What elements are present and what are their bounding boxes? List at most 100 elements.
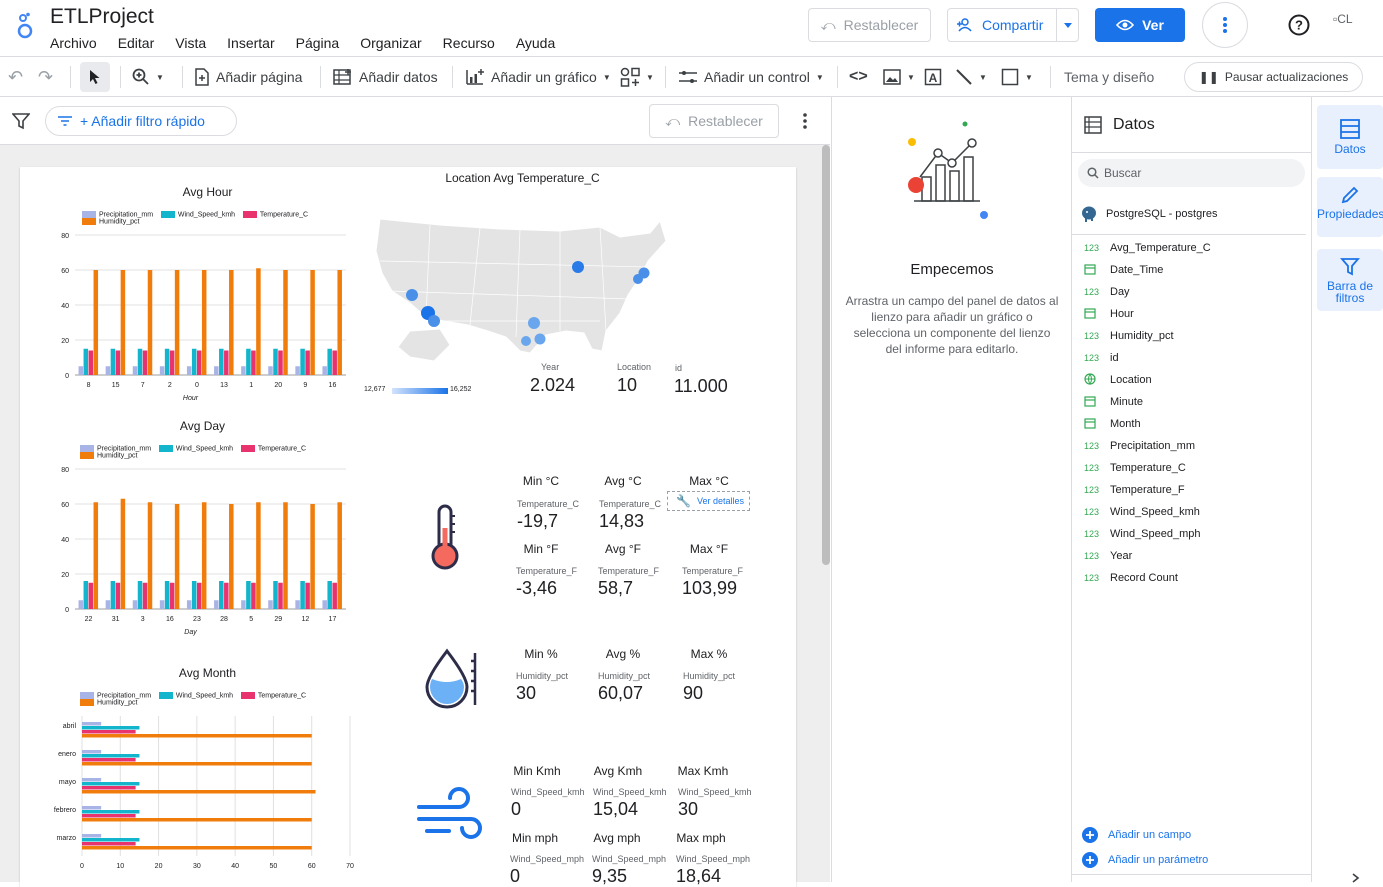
wind-mph-min-value: 0 [510, 866, 521, 886]
bar-Humidity_pct [82, 818, 312, 822]
bar-Temperature_C [278, 582, 283, 609]
line-button[interactable]: ▼ [955, 57, 987, 97]
map-bubble-philly[interactable] [633, 274, 643, 284]
add-chart-button[interactable]: Añadir un gráfico ▼ [465, 57, 611, 97]
filter-reset-button[interactable]: ⤺ Restablecer [649, 104, 779, 138]
bar-Wind_Speed_kmh [82, 782, 140, 786]
menu-vista[interactable]: Vista [175, 35, 206, 51]
add-data-button[interactable]: Añadir datos [333, 57, 438, 97]
y-tick-label: febrero [54, 807, 76, 814]
see-details-button[interactable]: 🔧 Ver detalles [667, 491, 750, 511]
menu-recurso[interactable]: Recurso [443, 35, 495, 51]
temp-f-min-label: Min °F [523, 542, 559, 556]
bar-chart-avg-hour[interactable]: 0204060808 15 7 2 0 13 1 20 9 16Hour [40, 229, 360, 407]
bar-Wind_Speed_kmh [164, 581, 170, 609]
canvas-scrollbar[interactable] [822, 145, 830, 565]
bar-chart-avg-day[interactable]: 0 20 40 60 80 22 31 3 16 23 28 5 29 12 17 Day [40, 463, 360, 641]
undo-button[interactable]: ↶ [8, 57, 23, 97]
view-button[interactable]: Ver [1095, 8, 1185, 42]
bar-Temperature_C [88, 582, 94, 609]
map-legend-min: 12,677 [364, 386, 386, 393]
y-tick-label: 60 [61, 268, 69, 275]
field-item[interactable]: 123 Day [1072, 281, 1312, 303]
add-parameter-button[interactable]: Añadir un parámetro [1082, 852, 1208, 868]
map-bubble-sf[interactable] [406, 289, 418, 301]
x-axis-title: Day [184, 629, 197, 636]
menu-insertar[interactable]: Insertar [227, 35, 274, 51]
field-item[interactable]: 123 Avg_Temperature_C [1072, 237, 1312, 259]
svg-text:A: A [929, 71, 938, 85]
reset-button[interactable]: ⤺ Restablecer [808, 8, 931, 42]
share-button[interactable]: Compartir [947, 8, 1079, 42]
temp-c-avg-label: Avg °C [604, 474, 642, 488]
bar-Humidity_pct [93, 270, 99, 375]
add-page-icon [195, 68, 209, 86]
field-item[interactable]: 123 Temperature_F [1072, 479, 1312, 501]
tab-filter-bar[interactable]: Barra de filtros [1317, 249, 1383, 311]
humidity-min-label: Min % [524, 647, 558, 661]
embed-code-button[interactable]: <> [849, 57, 868, 97]
field-item[interactable]: 123 Record Count [1072, 567, 1312, 589]
tab-data[interactable]: Datos [1317, 105, 1383, 169]
add-field-button[interactable]: Añadir un campo [1082, 827, 1191, 843]
zoom-button[interactable]: ▼ [132, 57, 164, 97]
field-item[interactable]: 123 Wind_Speed_mph [1072, 523, 1312, 545]
add-page-button[interactable]: Añadir página [194, 57, 302, 97]
field-item[interactable]: 123 id [1072, 347, 1312, 369]
select-tool-button[interactable] [80, 57, 110, 97]
map-bubble-sa[interactable] [521, 336, 531, 346]
field-item[interactable]: Hour [1072, 303, 1312, 325]
map-bubble-chicago[interactable] [572, 261, 584, 273]
field-item[interactable]: Minute [1072, 391, 1312, 413]
redo-button[interactable]: ↷ [38, 57, 53, 97]
x-tick-label: 7 [141, 382, 145, 389]
more-vert-icon[interactable] [803, 113, 807, 129]
add-quick-filter-button[interactable]: + Añadir filtro rápido [45, 106, 237, 136]
bar-Precipitation_mm [105, 600, 111, 609]
field-item[interactable]: 123 Temperature_C [1072, 457, 1312, 479]
field-search-input[interactable]: Buscar [1078, 159, 1305, 187]
field-item[interactable]: 123 Wind_Speed_kmh [1072, 501, 1312, 523]
text-box-button[interactable]: A [924, 57, 942, 97]
theme-layout-button[interactable]: Tema y diseño [1064, 57, 1154, 97]
y-tick-label: mayo [59, 779, 76, 786]
field-name: Minute [1110, 396, 1144, 408]
add-control-button[interactable]: Añadir un control ▼ [678, 57, 824, 97]
menu-editar[interactable]: Editar [118, 35, 155, 51]
map-bubble-houston[interactable] [534, 333, 546, 345]
bar-chart-avg-month[interactable]: 0 10 20 30 40 50 60 70 abril enero mayo febrero marz… [40, 712, 380, 882]
data-source-row[interactable]: PostgreSQL - postgres [1080, 205, 1217, 223]
looker-studio-logo-icon[interactable] [14, 12, 36, 40]
share-dropdown-caret-icon[interactable] [1056, 9, 1078, 41]
filter-list-icon [58, 116, 72, 126]
filter-funnel-icon[interactable] [12, 112, 30, 130]
shape-button[interactable]: ▼ [1001, 57, 1033, 97]
report-title[interactable]: ETLProject [50, 5, 154, 29]
more-options-button[interactable] [1202, 2, 1248, 48]
bar-Wind_Speed_kmh [82, 754, 140, 758]
help-icon[interactable]: ? [1288, 14, 1310, 36]
pause-updates-button[interactable]: ❚❚ Pausar actualizaciones [1184, 62, 1363, 92]
tab-properties[interactable]: Propiedades [1317, 177, 1383, 237]
field-item[interactable]: 123 Humidity_pct [1072, 325, 1312, 347]
menu-organizar[interactable]: Organizar [360, 35, 421, 51]
account-avatar[interactable]: ▫CL [1333, 12, 1353, 26]
bar-Precipitation_mm [322, 366, 327, 375]
community-viz-button[interactable]: ▼ [620, 57, 654, 97]
bar-Precipitation_mm [159, 366, 165, 375]
menu-pagina[interactable]: Página [296, 35, 340, 51]
image-button[interactable]: ▼ [883, 57, 915, 97]
map-bubble-dallas[interactable] [528, 317, 540, 329]
menu-archivo[interactable]: Archivo [50, 35, 97, 51]
bar-Humidity_pct [310, 270, 315, 375]
field-item[interactable]: Date_Time [1072, 259, 1312, 281]
field-item[interactable]: 123 Precipitation_mm [1072, 435, 1312, 457]
x-tick-label: 31 [112, 616, 120, 623]
report-page[interactable]: Avg Hour Precipitation_mm Wind_Speed_kmh… [20, 167, 796, 887]
field-item[interactable]: Location [1072, 369, 1312, 391]
menu-ayuda[interactable]: Ayuda [516, 35, 555, 51]
map-bubble-sd[interactable] [428, 315, 440, 327]
us-bubble-map[interactable] [370, 211, 670, 381]
field-item[interactable]: 123 Year [1072, 545, 1312, 567]
field-item[interactable]: Month [1072, 413, 1312, 435]
